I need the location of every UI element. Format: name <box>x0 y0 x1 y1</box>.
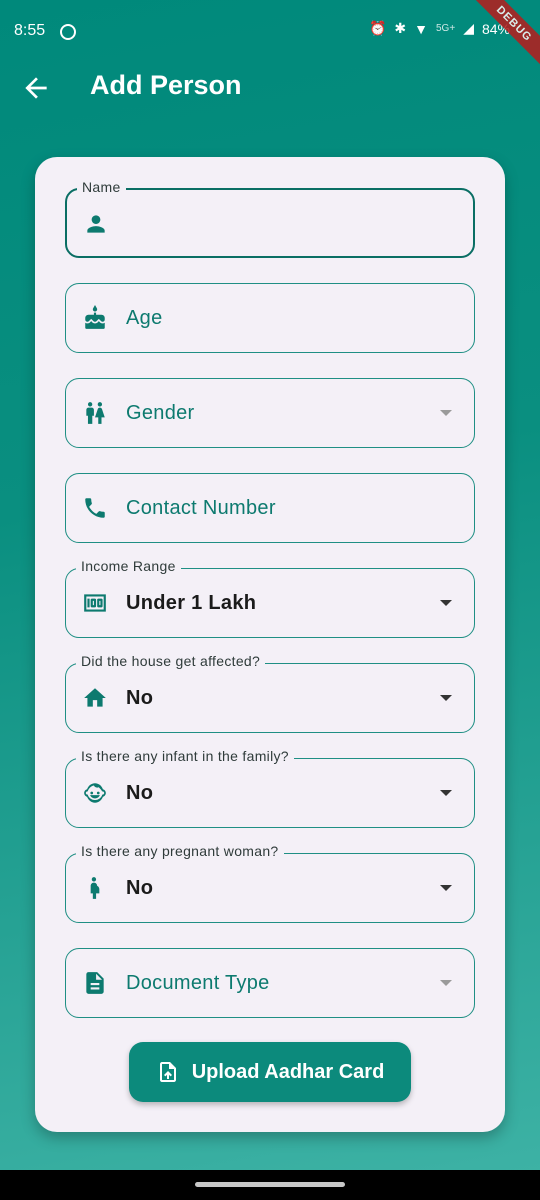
chevron-down-icon <box>440 410 452 416</box>
upload-aadhar-button[interactable]: Upload Aadhar Card <box>129 1042 411 1102</box>
name-label: Name <box>77 179 126 195</box>
contact-placeholder: Contact Number <box>126 496 276 519</box>
chevron-down-icon <box>440 885 452 891</box>
page-title: Add Person <box>90 70 242 100</box>
house-value: No <box>126 686 154 709</box>
chevron-down-icon <box>440 790 452 796</box>
arrow-back-icon[interactable] <box>20 72 52 104</box>
age-field[interactable]: Age <box>65 283 475 353</box>
document-icon <box>82 970 108 996</box>
cake-icon <box>82 305 108 331</box>
infant-value: No <box>126 781 154 804</box>
house-affected-dropdown[interactable]: Did the house get affected? No <box>65 653 475 733</box>
gender-placeholder: Gender <box>126 401 195 424</box>
pregnant-value: No <box>126 876 154 899</box>
notification-icon <box>60 24 76 40</box>
home-gesture-handle[interactable] <box>195 1182 345 1187</box>
alarm-icon: ⏰ <box>368 20 387 36</box>
pregnant-label: Is there any pregnant woman? <box>76 843 284 859</box>
document-type-dropdown[interactable]: Document Type <box>65 948 475 1018</box>
system-nav-bar <box>0 1170 540 1200</box>
phone-icon <box>82 495 108 521</box>
child-face-icon <box>82 780 108 806</box>
person-icon <box>83 211 109 237</box>
chevron-down-icon <box>440 600 452 606</box>
house-label: Did the house get affected? <box>76 653 266 669</box>
status-bar: 8:55 ⏰ ✱ ▼ 5G+ ◢ 84% <box>0 0 540 64</box>
upload-file-icon <box>159 1062 176 1082</box>
network-label: 5G+ <box>436 23 456 34</box>
income-range-dropdown[interactable]: Income Range Under 1 Lakh <box>65 558 475 638</box>
status-time: 8:55 <box>14 22 46 39</box>
income-value: Under 1 Lakh <box>126 591 257 614</box>
money-icon <box>82 590 108 616</box>
status-icons: ⏰ ✱ ▼ 5G+ ◢ 84% <box>369 20 510 37</box>
pregnant-woman-dropdown[interactable]: Is there any pregnant woman? No <box>65 843 475 923</box>
app-bar: Add Person <box>0 64 540 112</box>
signal-icon: ◢ <box>463 20 474 36</box>
document-placeholder: Document Type <box>126 971 270 994</box>
wc-icon <box>82 400 108 426</box>
gender-dropdown[interactable]: Gender <box>65 378 475 448</box>
wifi-icon: ▼ <box>414 20 428 37</box>
infant-label: Is there any infant in the family? <box>76 748 294 764</box>
infant-dropdown[interactable]: Is there any infant in the family? No <box>65 748 475 828</box>
age-placeholder: Age <box>126 306 163 329</box>
contact-number-field[interactable]: Contact Number <box>65 473 475 543</box>
home-icon <box>82 685 108 711</box>
chevron-down-icon <box>440 980 452 986</box>
upload-button-label: Upload Aadhar Card <box>191 1060 385 1083</box>
income-label: Income Range <box>76 558 181 574</box>
pregnant-woman-icon <box>82 875 108 901</box>
name-field[interactable]: Name <box>65 179 475 258</box>
form-card: Name Age Gender Contact Number Income Ra… <box>35 157 505 1132</box>
bluetooth-icon: ✱ <box>394 20 407 36</box>
chevron-down-icon <box>440 695 452 701</box>
